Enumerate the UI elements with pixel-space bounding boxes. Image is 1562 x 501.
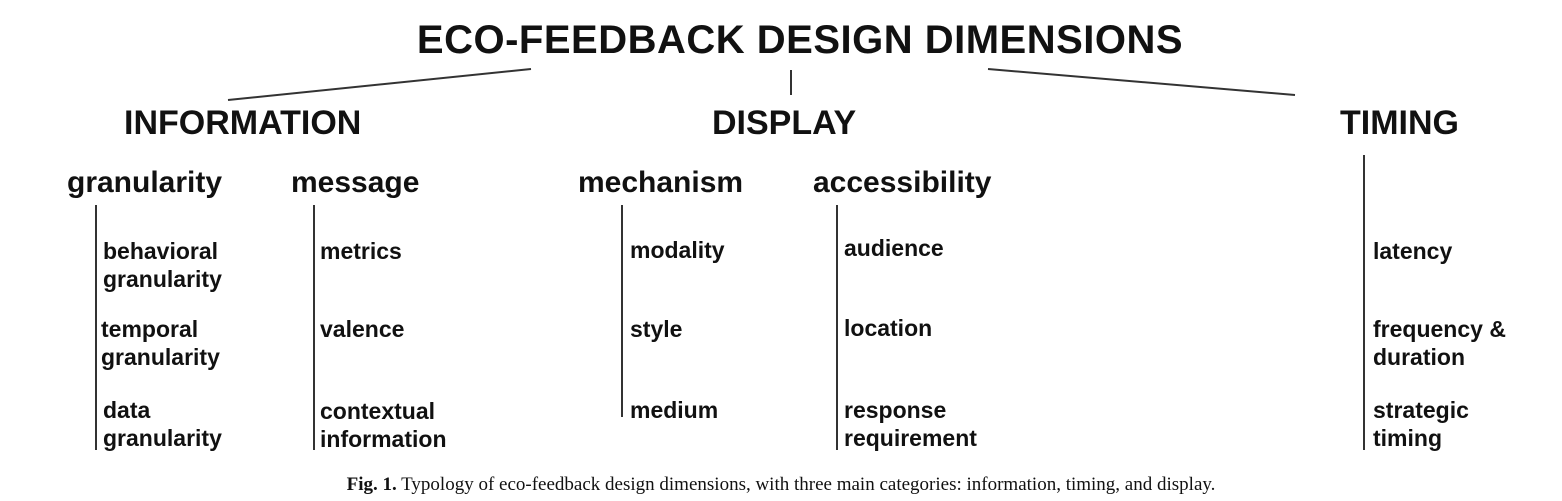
item-style: style — [630, 316, 683, 342]
item-valence: valence — [320, 316, 405, 342]
category-information: INFORMATION — [124, 104, 362, 142]
item-audience: audience — [844, 235, 944, 261]
item-behavioral-granularity: behavioral granularity — [103, 238, 222, 292]
item-latency: latency — [1373, 238, 1453, 264]
subcategory-mechanism: mechanism — [578, 166, 744, 199]
item-medium: medium — [630, 397, 719, 423]
item-frequency-duration: frequency & duration — [1373, 316, 1506, 370]
subcategory-accessibility: accessibility — [813, 166, 992, 199]
item-strategic-timing: strategic timing — [1373, 397, 1469, 451]
connector-lines — [227, 68, 1296, 101]
item-location: location — [844, 315, 933, 341]
item-modality: modality — [630, 237, 725, 263]
granularity-bracket-line — [95, 205, 97, 450]
accessibility-bracket-line — [836, 205, 838, 450]
subcategory-message: message — [291, 166, 420, 199]
mechanism-bracket-line — [621, 205, 623, 417]
item-data-granularity: data granularity — [103, 397, 222, 451]
timing-bracket-line — [1363, 155, 1365, 450]
item-contextual-information: contextual information — [320, 398, 447, 452]
figure-label: Fig. 1. — [346, 474, 397, 495]
figure-caption: Fig. 1. Typology of eco-feedback design … — [0, 474, 1562, 496]
category-timing: TIMING — [1340, 104, 1459, 142]
connector-information — [227, 68, 532, 101]
subcategory-granularity: granularity — [67, 166, 223, 199]
category-display: DISPLAY — [712, 104, 857, 142]
item-metrics: metrics — [320, 238, 402, 264]
diagram: ECO-FEEDBACK DESIGN DIMENSIONS INFORMATI… — [0, 0, 1562, 501]
connector-timing — [987, 68, 1296, 96]
item-temporal-granularity: temporal granularity — [101, 316, 220, 370]
message-bracket-line — [313, 205, 315, 450]
figure-caption-text: Typology of eco-feedback design dimensio… — [401, 474, 1216, 495]
item-response-requirement: response requirement — [844, 397, 977, 451]
